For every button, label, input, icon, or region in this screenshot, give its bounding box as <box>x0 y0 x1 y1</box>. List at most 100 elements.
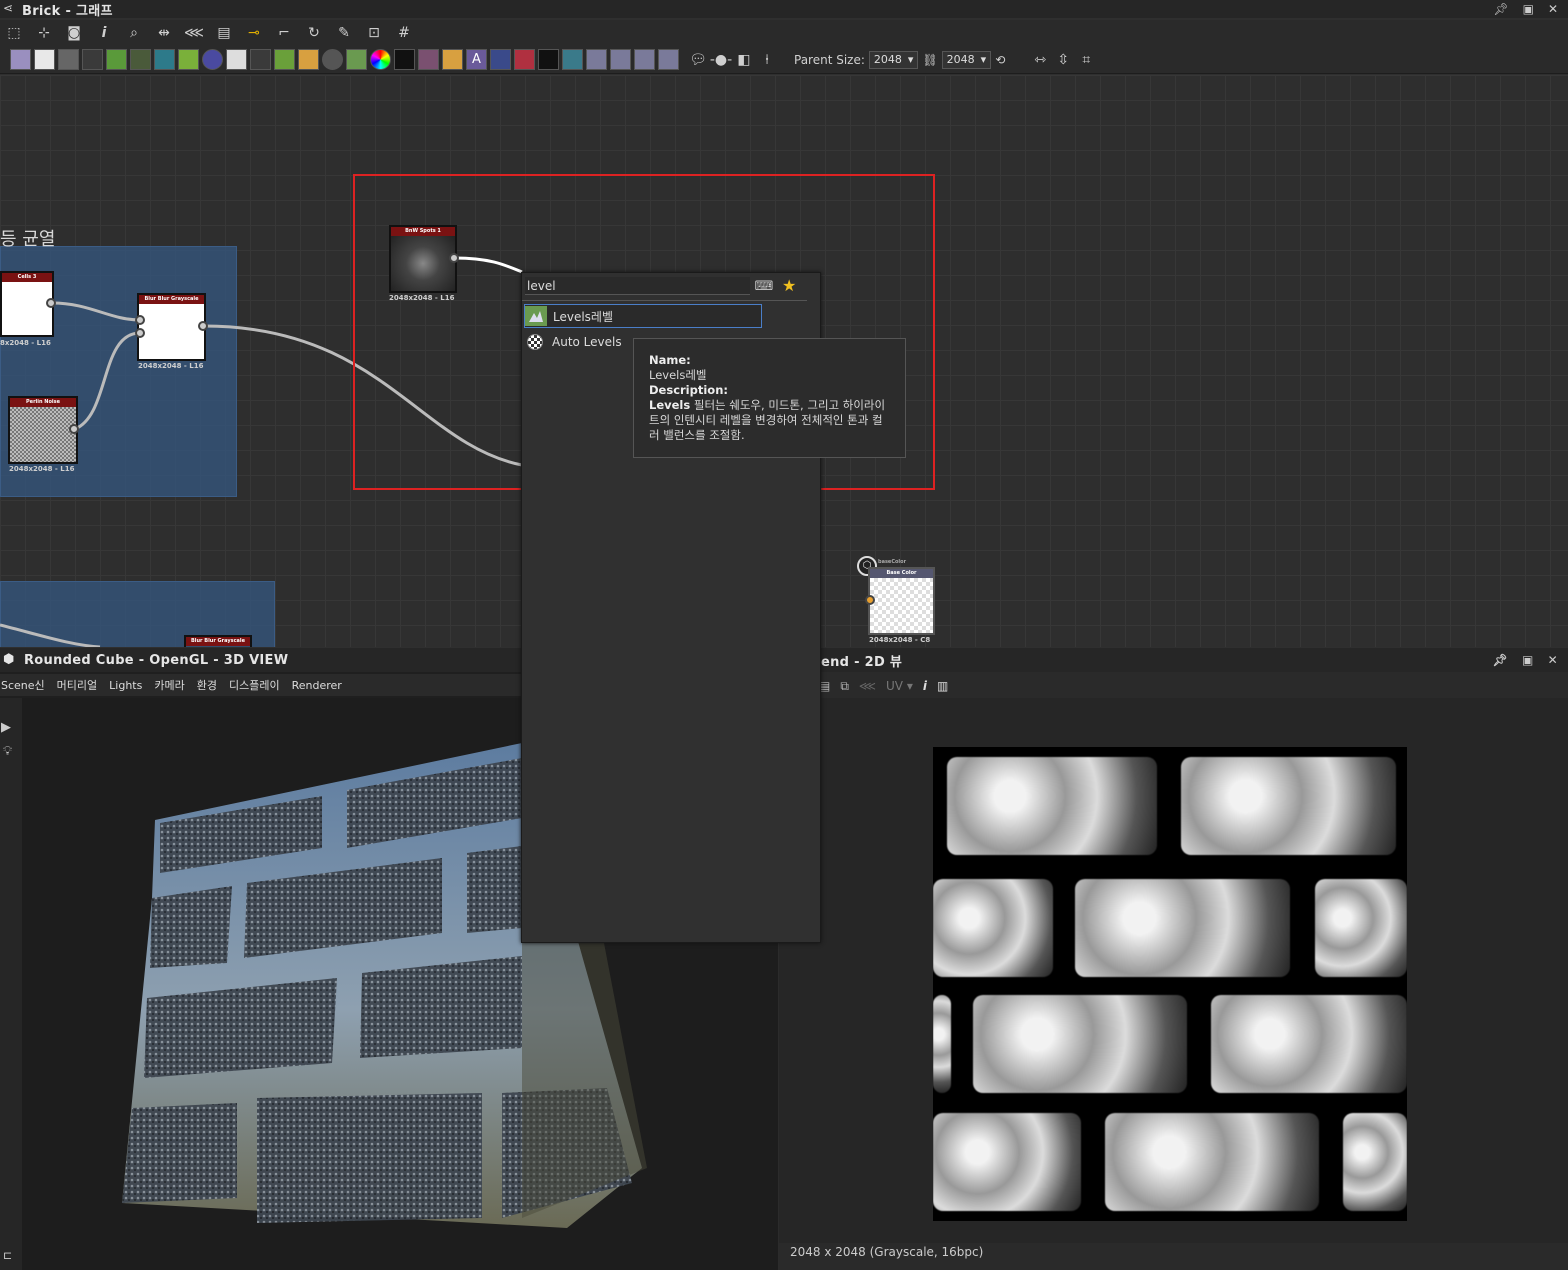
video-camera-icon[interactable]: ▶ <box>1 720 11 735</box>
fill-icon[interactable] <box>514 49 535 70</box>
keyboard-icon[interactable]: ⌨ <box>754 278 774 294</box>
align-icon[interactable]: ⇹ <box>154 23 174 43</box>
warp-icon[interactable] <box>154 49 175 70</box>
pixel-processor-icon[interactable] <box>610 49 631 70</box>
blend-icon[interactable] <box>298 49 319 70</box>
align-v-icon[interactable]: ⇳ <box>1053 50 1073 70</box>
pin-icon[interactable]: 📌︎ <box>1493 2 1508 16</box>
link-size-icon[interactable]: ⛓ <box>922 53 937 67</box>
bnw-output-port[interactable] <box>449 253 459 263</box>
blur-input-port-2[interactable] <box>135 328 145 338</box>
histogram-icon[interactable]: ▥ <box>937 679 948 693</box>
grid-icon[interactable] <box>226 49 247 70</box>
tooltip-name-value: Levels레벨 <box>649 368 707 382</box>
search-icon[interactable]: ⌕ <box>124 23 144 43</box>
2d-view-toolbar: ▤ ⧉ ⋘ UV ▾ i ▥ <box>779 674 1568 698</box>
2d-view-title: end - 2D 뷰 <box>821 654 903 670</box>
select-icon[interactable] <box>490 49 511 70</box>
svg-node-icon[interactable] <box>34 49 55 70</box>
value-icon[interactable] <box>538 49 559 70</box>
frame-all-icon[interactable]: ⬚ <box>4 23 24 43</box>
noise-icon[interactable] <box>394 49 415 70</box>
drop-icon[interactable] <box>130 49 151 70</box>
parent-size-x-select[interactable]: 2048 ▾ <box>868 50 919 69</box>
blur-grayscale-node[interactable]: Blur Blur Grayscale <box>137 293 206 361</box>
upload-icon[interactable] <box>250 49 271 70</box>
parent-size-y-select[interactable]: 2048 ▾ <box>941 50 992 69</box>
connect-icon[interactable]: ⌐ <box>274 23 294 43</box>
transform-icon[interactable] <box>418 49 439 70</box>
align-h-icon[interactable]: ⇿ <box>1030 50 1050 70</box>
base-color-node[interactable]: Base Color <box>868 567 935 635</box>
3d-view-title: Rounded Cube - OpenGL - 3D VIEW <box>24 652 289 668</box>
info-icon[interactable]: i <box>923 679 927 693</box>
snap-icon[interactable]: ⌗ <box>1076 50 1096 70</box>
perlin-noise-node[interactable]: Perlin Noise <box>8 396 78 464</box>
curve-icon[interactable] <box>106 49 127 70</box>
blur-output-port[interactable] <box>198 321 208 331</box>
cells3-output-port[interactable] <box>46 298 56 308</box>
blur-grayscale-node-2[interactable]: Blur Blur Grayscale <box>184 635 252 647</box>
close-icon[interactable]: ✕ <box>1548 653 1558 667</box>
uv-select[interactable]: UV ▾ <box>886 679 913 693</box>
menu-display[interactable]: 디스플레이 <box>229 677 280 693</box>
text-icon[interactable]: A <box>466 49 487 70</box>
blur-input-port-1[interactable] <box>135 315 145 325</box>
frame-icon[interactable]: ◧ <box>734 50 754 70</box>
bnw-spots-node[interactable]: BnW Spots 1 <box>389 225 457 293</box>
comment-icon[interactable]: 💬︎ <box>688 50 708 70</box>
layer-icon[interactable]: ▤ <box>214 23 234 43</box>
favorite-star-icon[interactable]: ★ <box>782 276 796 295</box>
bnw-spots-size: 2048x2048 - L16 <box>389 294 455 302</box>
crop-icon[interactable]: # <box>394 23 414 43</box>
hierarchy-icon[interactable]: ⊏ <box>3 1249 12 1262</box>
menu-camera[interactable]: 카메라 <box>154 677 184 693</box>
plant-icon[interactable] <box>274 49 295 70</box>
output-icon[interactable] <box>658 49 679 70</box>
popup-item-levels[interactable]: Levels레벨 <box>524 304 762 328</box>
levels-icon <box>525 306 547 326</box>
histogram-icon[interactable] <box>346 49 367 70</box>
blur-grayscale-size: 2048x2048 - L16 <box>138 362 204 370</box>
menu-lights[interactable]: Lights <box>109 679 142 692</box>
gradient-icon[interactable] <box>178 49 199 70</box>
link-icon[interactable]: ⊸ <box>244 23 264 43</box>
maximize-icon[interactable]: ▣ <box>1522 653 1534 667</box>
node-search-input[interactable] <box>525 277 750 295</box>
shuffle-icon[interactable] <box>82 49 103 70</box>
function-icon[interactable] <box>634 49 655 70</box>
3d-view-sidebar: ▶ 💡︎ ⊏ <box>0 698 22 1270</box>
copy-icon[interactable]: ⧉ <box>840 679 849 694</box>
fx-icon[interactable] <box>586 49 607 70</box>
perlin-output-port[interactable] <box>69 424 79 434</box>
pattern-icon[interactable] <box>562 49 583 70</box>
export-icon[interactable]: ⊡ <box>364 23 384 43</box>
pin-node-icon[interactable]: ⍿ <box>757 50 777 70</box>
uniform-color-icon[interactable] <box>58 49 79 70</box>
menu-scene[interactable]: Scene신 <box>1 677 45 693</box>
hsl-icon[interactable] <box>370 49 391 70</box>
menu-environment[interactable]: 환경 <box>197 677 217 693</box>
refresh-icon[interactable]: ↻ <box>304 23 324 43</box>
menu-material[interactable]: 머티리얼 <box>57 677 97 693</box>
share-icon[interactable]: ⋘ <box>184 23 204 43</box>
dot-icon[interactable]: -●- <box>710 50 732 70</box>
menu-renderer[interactable]: Renderer <box>292 679 342 692</box>
fit-icon[interactable]: ⊹ <box>34 23 54 43</box>
close-icon[interactable]: ✕ <box>1548 2 1558 16</box>
mask-icon[interactable] <box>322 49 343 70</box>
camera-icon[interactable]: ◙ <box>64 23 84 43</box>
reset-size-icon[interactable]: ⟲ <box>995 53 1005 67</box>
mirror-icon[interactable] <box>442 49 463 70</box>
info-icon[interactable]: i <box>94 23 114 43</box>
2d-viewport[interactable] <box>779 698 1568 1243</box>
base-color-input-port[interactable] <box>865 595 875 605</box>
share-icon[interactable]: ⋘ <box>859 679 876 693</box>
bitmap-node-icon[interactable] <box>10 49 31 70</box>
pin-icon[interactable]: 📌︎ <box>1492 653 1508 667</box>
light-bulb-icon[interactable]: 💡︎ <box>3 744 12 759</box>
popup-item-label: Levels레벨 <box>553 309 614 324</box>
circle-icon[interactable] <box>202 49 223 70</box>
tools-icon[interactable]: ✎ <box>334 23 354 43</box>
maximize-icon[interactable]: ▣ <box>1523 2 1534 16</box>
